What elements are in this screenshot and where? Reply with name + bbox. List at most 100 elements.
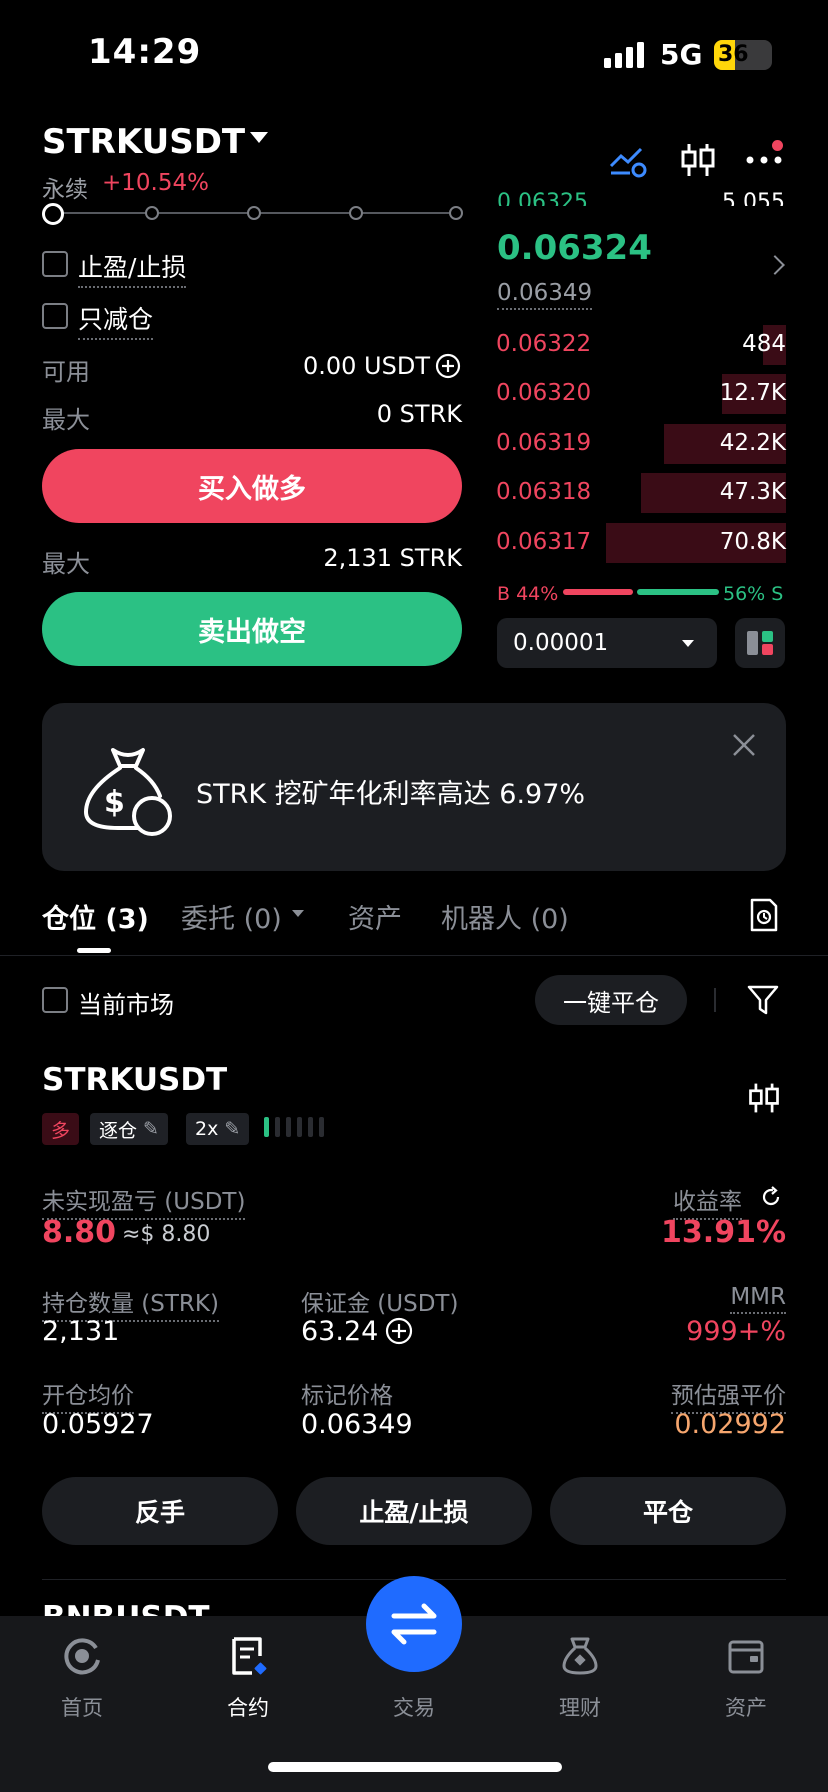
price-change: +10.54% [102, 170, 209, 196]
battery-icon: 36 [714, 40, 772, 70]
mark-price: 0.06349 [497, 280, 593, 310]
ask-price: 0.06318 [496, 479, 592, 505]
ask-price: 0.06320 [496, 380, 592, 406]
wallet-icon[interactable] [724, 1634, 768, 1678]
side-tag: 多 [42, 1113, 80, 1145]
orderbook-ask-row[interactable]: 0.06320 12.7K [496, 374, 786, 414]
reduce-only-label[interactable]: 只减仓 [78, 300, 154, 340]
margin-mode-label: 逐仓 [99, 1119, 138, 1142]
tpsl-checkbox[interactable] [42, 251, 68, 277]
entry-price-value: 0.05927 [42, 1409, 154, 1440]
slider-knob[interactable] [42, 203, 64, 225]
banner-text: STRK 挖矿年化利率高达 6.97% [196, 779, 586, 810]
leverage-label: 2x [195, 1118, 219, 1140]
max-short-label: 最大 [42, 550, 90, 578]
upnl-fiat: ≈$ 8.80 [122, 1222, 211, 1247]
ask-price: 0.06322 [496, 331, 592, 357]
ask-qty: 70.8K [719, 529, 786, 555]
leverage-level-segment [297, 1117, 302, 1137]
caret-down-icon[interactable] [292, 910, 304, 917]
divider [0, 955, 828, 956]
contract-type-label: 永续 [42, 177, 88, 203]
contract-icon[interactable] [226, 1634, 270, 1678]
add-funds-icon[interactable] [435, 353, 461, 379]
sell-ratio: 56% S [723, 583, 784, 605]
reduce-only-checkbox[interactable] [42, 303, 68, 329]
network-type: 5G [660, 38, 703, 71]
buy-long-button[interactable]: 买入做多 [42, 449, 462, 523]
available-label: 可用 [42, 358, 90, 386]
orderbook-ask-row[interactable]: 0.06322 484 [496, 325, 786, 365]
nav-earn-label[interactable]: 理财 [530, 1692, 630, 1722]
leverage-tag[interactable]: 2x ✎ [186, 1113, 250, 1145]
roe-value: 13.91% [661, 1215, 786, 1250]
mmr-value: 999+% [686, 1316, 786, 1347]
candlestick-chart-icon[interactable] [678, 140, 718, 180]
available-value: 0.00 USDT [302, 352, 430, 380]
margin-label: 保证金 (USDT) [301, 1291, 459, 1317]
pair-dropdown-icon[interactable] [250, 132, 268, 143]
nav-contract-label[interactable]: 合约 [198, 1692, 298, 1722]
slider-step[interactable] [247, 206, 261, 220]
tab-assets[interactable]: 资产 [348, 897, 402, 936]
earn-icon[interactable] [558, 1634, 602, 1678]
current-market-checkbox[interactable] [42, 987, 68, 1013]
leverage-level-segment [308, 1117, 313, 1137]
liq-price-value: 0.02992 [674, 1409, 786, 1440]
orderbook-ask-row[interactable]: 0.06319 42.2K [496, 424, 786, 464]
edit-icon: ✎ [224, 1118, 241, 1140]
tab-bots[interactable]: 机器人 (0) [441, 897, 569, 936]
reverse-button[interactable]: 反手 [42, 1477, 278, 1545]
close-icon[interactable] [730, 731, 758, 759]
leverage-level-segment [319, 1117, 324, 1137]
ask-price: 0.06317 [496, 529, 592, 555]
filter-icon[interactable] [746, 983, 780, 1017]
mark-price-value: 0.06349 [301, 1409, 413, 1440]
chevron-right-icon[interactable] [765, 255, 785, 275]
tab-orders[interactable]: 委托 (0) [181, 897, 282, 936]
slider-step[interactable] [145, 206, 159, 220]
sell-short-button[interactable]: 卖出做空 [42, 592, 462, 666]
slider-step[interactable] [449, 206, 463, 220]
orderbook-ask-row[interactable]: 0.06318 47.3K [496, 473, 786, 513]
orderbook-layout-button[interactable] [735, 618, 785, 668]
home-indicator [268, 1762, 562, 1772]
margin-mode-tag[interactable]: 逐仓 ✎ [90, 1113, 168, 1145]
tab-positions[interactable]: 仓位 (3) [42, 897, 149, 936]
history-icon[interactable] [749, 897, 779, 933]
pair-title[interactable]: STRKUSDT [42, 122, 245, 162]
upnl-value: 8.80 [42, 1215, 117, 1250]
tpsl-button[interactable]: 止盈/止损 [296, 1477, 532, 1545]
candlestick-chart-icon[interactable] [746, 1080, 782, 1116]
share-icon[interactable] [759, 1185, 783, 1209]
tab-active-indicator [77, 948, 111, 953]
nav-trade-label[interactable]: 交易 [364, 1692, 464, 1722]
status-time: 14:29 [88, 32, 202, 72]
tpsl-label[interactable]: 止盈/止损 [78, 248, 187, 288]
max-long-label: 最大 [42, 406, 90, 434]
orderbook-ask-row[interactable]: 0.06317 70.8K [496, 523, 786, 563]
close-all-button[interactable]: 一键平仓 [535, 975, 687, 1025]
trade-swap-icon [391, 1603, 437, 1645]
position-symbol[interactable]: STRKUSDT [42, 1062, 227, 1098]
orderbook-partial-qty: 5,055 [722, 190, 785, 206]
trade-button[interactable] [366, 1576, 462, 1672]
ask-qty: 47.3K [719, 479, 786, 505]
nav-home-label[interactable]: 首页 [32, 1692, 132, 1722]
leverage-level-segment [275, 1117, 280, 1137]
money-bag-icon: $ [83, 748, 172, 836]
buy-ratio-bar [563, 589, 633, 595]
battery-level: 36 [718, 42, 749, 67]
mark-price-label: 标记价格 [301, 1383, 393, 1409]
caret-down-icon[interactable] [682, 640, 694, 647]
add-margin-icon[interactable] [385, 1317, 413, 1345]
orderbook-layout-icon [747, 631, 773, 655]
ask-qty: 42.2K [719, 430, 786, 456]
close-position-button[interactable]: 平仓 [550, 1477, 786, 1545]
slider-step[interactable] [349, 206, 363, 220]
mmr-label[interactable]: MMR [730, 1284, 786, 1314]
trend-settings-icon[interactable] [608, 140, 648, 180]
nav-assets-label[interactable]: 资产 [696, 1692, 796, 1722]
home-icon[interactable] [60, 1634, 104, 1678]
current-market-label[interactable]: 当前市场 [78, 985, 174, 1020]
